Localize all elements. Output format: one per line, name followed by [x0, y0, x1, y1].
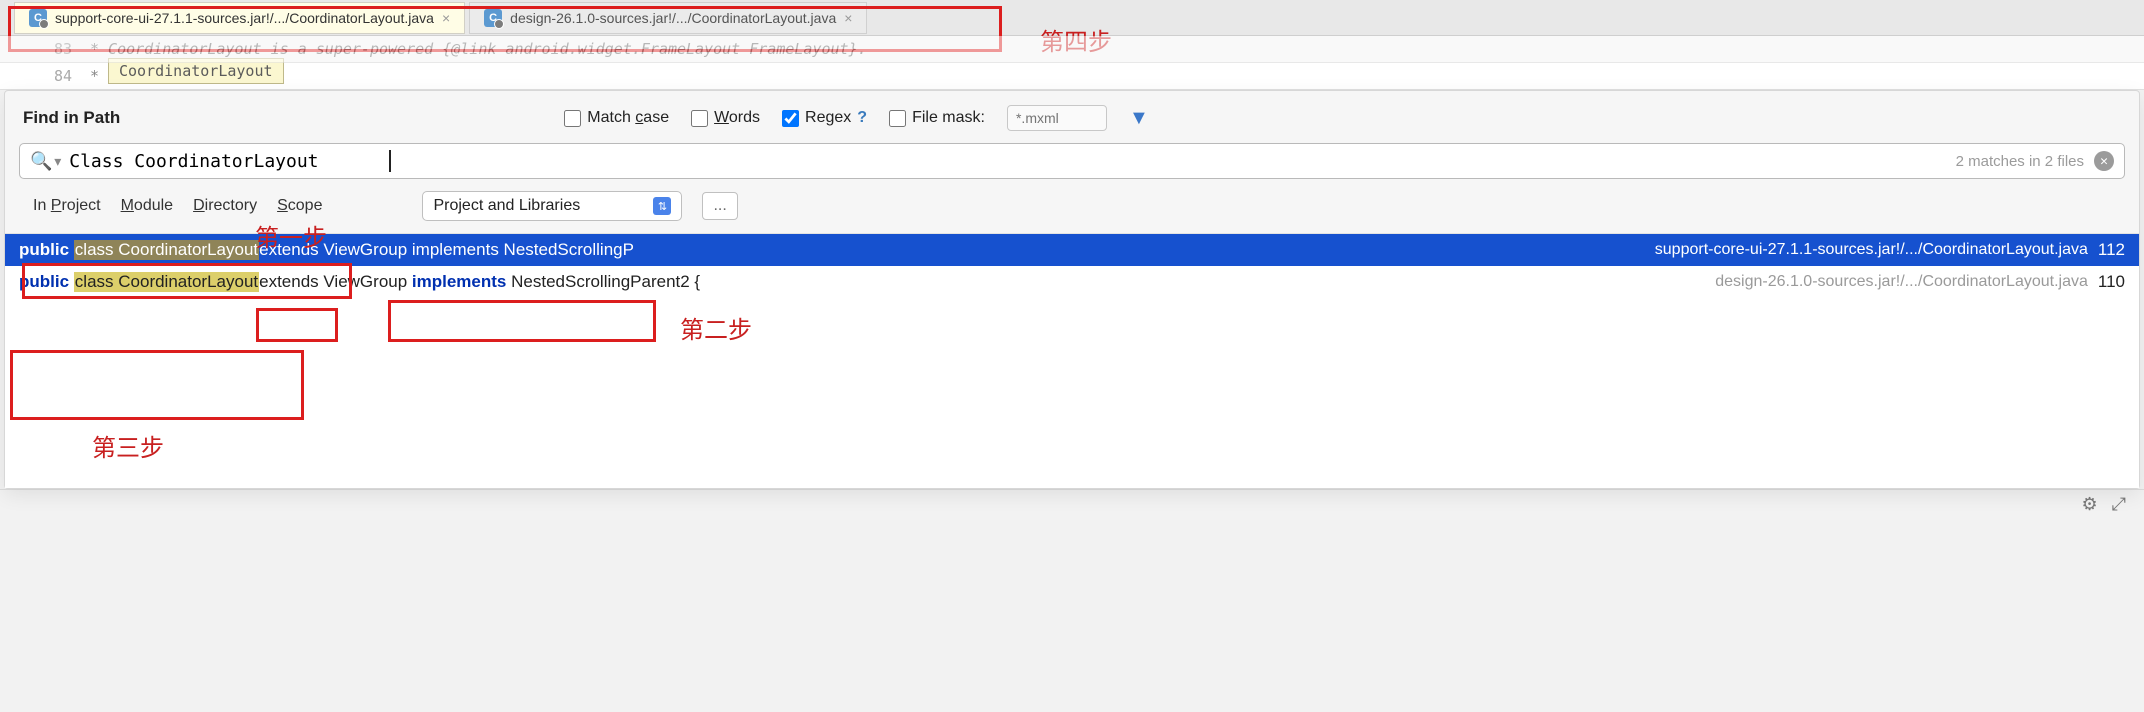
gutter-line-no: 84 — [0, 67, 90, 85]
find-in-path-dialog: Find in Path Match case Words Regex ? — [4, 90, 2140, 489]
regex-help-icon[interactable]: ? — [857, 109, 867, 127]
keyword-public: public — [19, 240, 69, 260]
match-highlight: class CoordinatorLayout — [74, 272, 259, 292]
scope-tab-project[interactable]: In Project — [33, 197, 101, 215]
annotation-step1: 第一步 — [255, 218, 327, 253]
search-input[interactable] — [69, 151, 389, 172]
code-text: * — [90, 63, 99, 89]
result-line-no: 110 — [2098, 272, 2125, 292]
editor-code-line: 84 * — [0, 63, 2144, 90]
gear-icon[interactable]: ⚙ — [2081, 494, 2097, 515]
status-bar: ⚙ ⤢ — [0, 489, 2144, 519]
regex-label: Regex — [805, 109, 851, 127]
annotation-step3: 第三步 — [92, 428, 164, 463]
filter-icon[interactable]: ▼ — [1129, 107, 1149, 130]
editor-code-line: 83 * CoordinatorLayout is a super-powere… — [0, 36, 2144, 63]
scope-tab-scope[interactable]: Scope — [277, 197, 322, 215]
gutter-line-no: 83 — [0, 40, 90, 58]
scope-browse-button[interactable]: ... — [702, 192, 737, 220]
class-file-icon: C — [484, 9, 502, 27]
words-input[interactable] — [691, 110, 708, 127]
words-checkbox[interactable]: Words — [691, 109, 760, 127]
match-highlight: class CoordinatorLayout — [74, 240, 259, 260]
scope-tab-module[interactable]: Module — [121, 197, 173, 215]
result-code-rest: extends ViewGroup implements NestedScrol… — [259, 272, 700, 292]
close-icon[interactable]: × — [844, 10, 852, 26]
scope-tab-directory[interactable]: Directory — [193, 197, 257, 215]
match-case-input[interactable] — [564, 110, 581, 127]
keyword-public: public — [19, 272, 69, 292]
overflow-icon[interactable]: ⤢ — [2112, 494, 2126, 515]
regex-checkbox[interactable]: Regex ? — [782, 109, 867, 127]
scope-select-value: Project and Libraries — [433, 197, 580, 215]
file-mask-field[interactable] — [1007, 105, 1107, 131]
result-path: design-26.1.0-sources.jar!/.../Coordinat… — [1715, 273, 2088, 291]
results-blank — [5, 298, 2139, 488]
file-mask-checkbox[interactable]: File mask: — [889, 109, 985, 127]
result-line-no: 112 — [2098, 240, 2125, 260]
regex-input[interactable] — [782, 110, 799, 127]
result-row[interactable]: public class CoordinatorLayout extends V… — [5, 266, 2139, 298]
tab-label: design-26.1.0-sources.jar!/.../Coordinat… — [510, 10, 836, 26]
match-case-checkbox[interactable]: Match case — [564, 109, 669, 127]
words-label: Words — [714, 109, 760, 127]
close-icon[interactable]: × — [442, 10, 450, 26]
clear-icon[interactable]: ✕ — [2094, 151, 2114, 171]
scope-select[interactable]: Project and Libraries ⇅ — [422, 191, 682, 221]
result-path: support-core-ui-27.1.1-sources.jar!/.../… — [1655, 241, 2088, 259]
editor-tab-active[interactable]: C support-core-ui-27.1.1-sources.jar!/..… — [14, 2, 465, 34]
search-icon: 🔍▾ — [30, 151, 63, 172]
search-field-container[interactable]: 🔍▾ 2 matches in 2 files ✕ — [19, 143, 2125, 179]
text-cursor — [389, 150, 391, 172]
match-count-label: 2 matches in 2 files — [1956, 153, 2084, 170]
code-text: * CoordinatorLayout is a super-powered {… — [90, 36, 867, 62]
annotation-step2: 第二步 — [680, 310, 752, 345]
editor-tab-inactive[interactable]: C design-26.1.0-sources.jar!/.../Coordin… — [469, 2, 867, 34]
dialog-title: Find in Path — [23, 108, 120, 128]
match-case-label: Match case — [587, 109, 669, 127]
chevron-updown-icon: ⇅ — [653, 197, 671, 215]
class-file-icon: C — [29, 9, 47, 27]
file-mask-label: File mask: — [912, 109, 985, 127]
file-mask-input[interactable] — [889, 110, 906, 127]
tab-label: support-core-ui-27.1.1-sources.jar!/.../… — [55, 10, 434, 26]
